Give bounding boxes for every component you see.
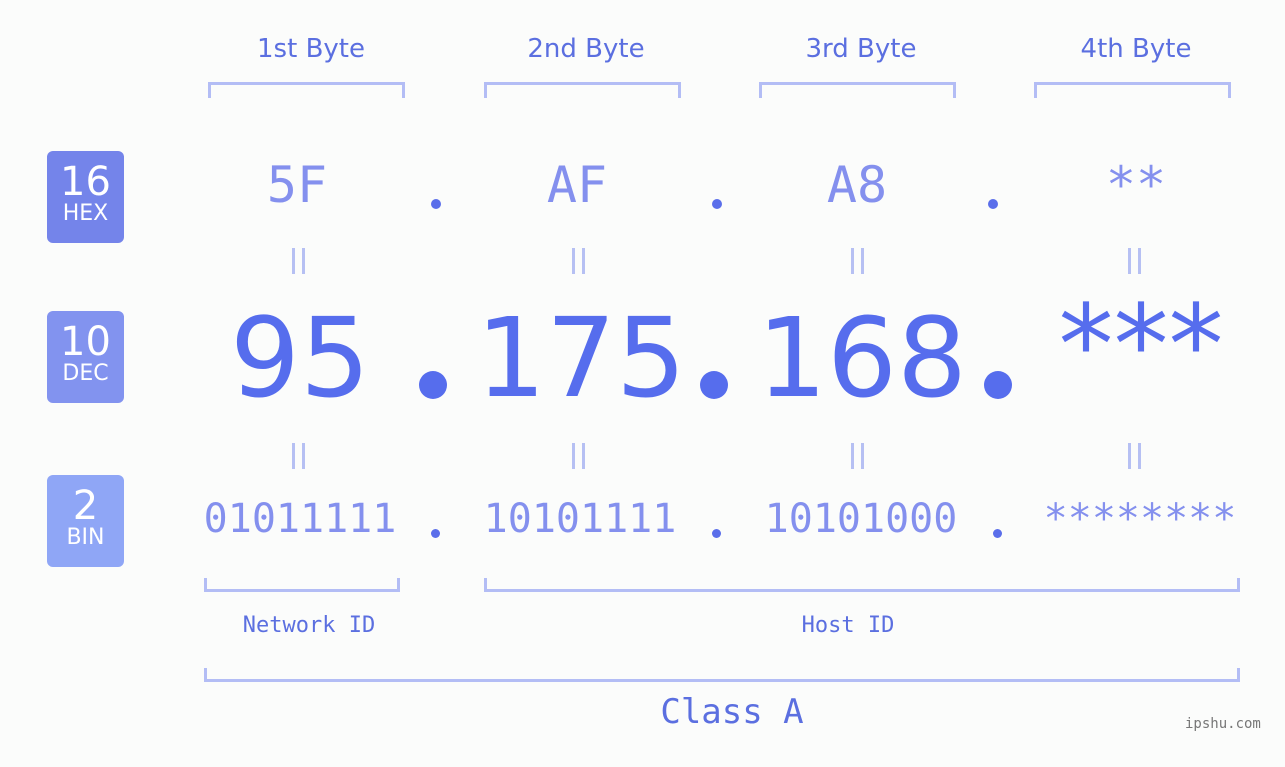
dec-dot-1 [419,371,447,399]
network-id-bracket [204,578,400,592]
hex-octet-4: ** [1105,156,1167,214]
bin-base: 2 [72,483,99,529]
bin-octet-1: 01011111 [203,496,397,542]
hex-label: HEX [62,201,109,226]
dec-dot-2 [700,371,728,399]
dec-octet-3: 168 [757,294,967,422]
dec-badge: 10 DEC [47,311,124,403]
hex-dot-2 [712,199,722,209]
dec-dot-3 [984,371,1012,399]
hex-dot-1 [431,199,441,209]
dec-octet-2: 175 [476,294,686,422]
host-id-label: Host ID [801,613,895,638]
dec-octet-1: 95 [230,294,370,422]
hex-octet-3: A8 [826,156,888,214]
bin-label: BIN [66,525,105,550]
bin-octet-2: 10101111 [483,496,677,542]
hex-octet-1: 5F [266,156,328,214]
hex-dot-3 [988,199,998,209]
equals-icon [292,443,306,469]
bin-octet-4: ******** [1043,496,1237,542]
hex-octet-2: AF [546,156,608,214]
dec-octet-4: *** [1058,281,1224,409]
equals-icon [292,248,306,274]
class-bracket [204,668,1240,682]
byte-header-4: 4th Byte [1080,34,1192,64]
byte-bracket-3 [759,82,956,98]
equals-icon [572,248,586,274]
network-id-label: Network ID [242,613,376,638]
bin-badge: 2 BIN [47,475,124,567]
hex-base: 16 [60,159,111,205]
equals-icon [851,443,865,469]
equals-icon [1128,248,1142,274]
bin-octet-3: 10101000 [764,496,958,542]
byte-header-3: 3rd Byte [805,34,917,64]
equals-icon [1128,443,1142,469]
equals-icon [572,443,586,469]
byte-header-2: 2nd Byte [527,34,645,64]
hex-badge: 16 HEX [47,151,124,243]
dec-label: DEC [62,361,109,386]
watermark: ipshu.com [1185,716,1261,732]
bin-dot-3 [993,529,1002,538]
byte-bracket-1 [208,82,405,98]
byte-header-1: 1st Byte [257,34,365,64]
equals-icon [851,248,865,274]
byte-bracket-2 [484,82,681,98]
byte-bracket-4 [1034,82,1231,98]
host-id-bracket [484,578,1240,592]
bin-dot-2 [712,529,721,538]
bin-dot-1 [431,529,440,538]
dec-base: 10 [60,319,111,365]
class-label: Class A [660,692,804,732]
